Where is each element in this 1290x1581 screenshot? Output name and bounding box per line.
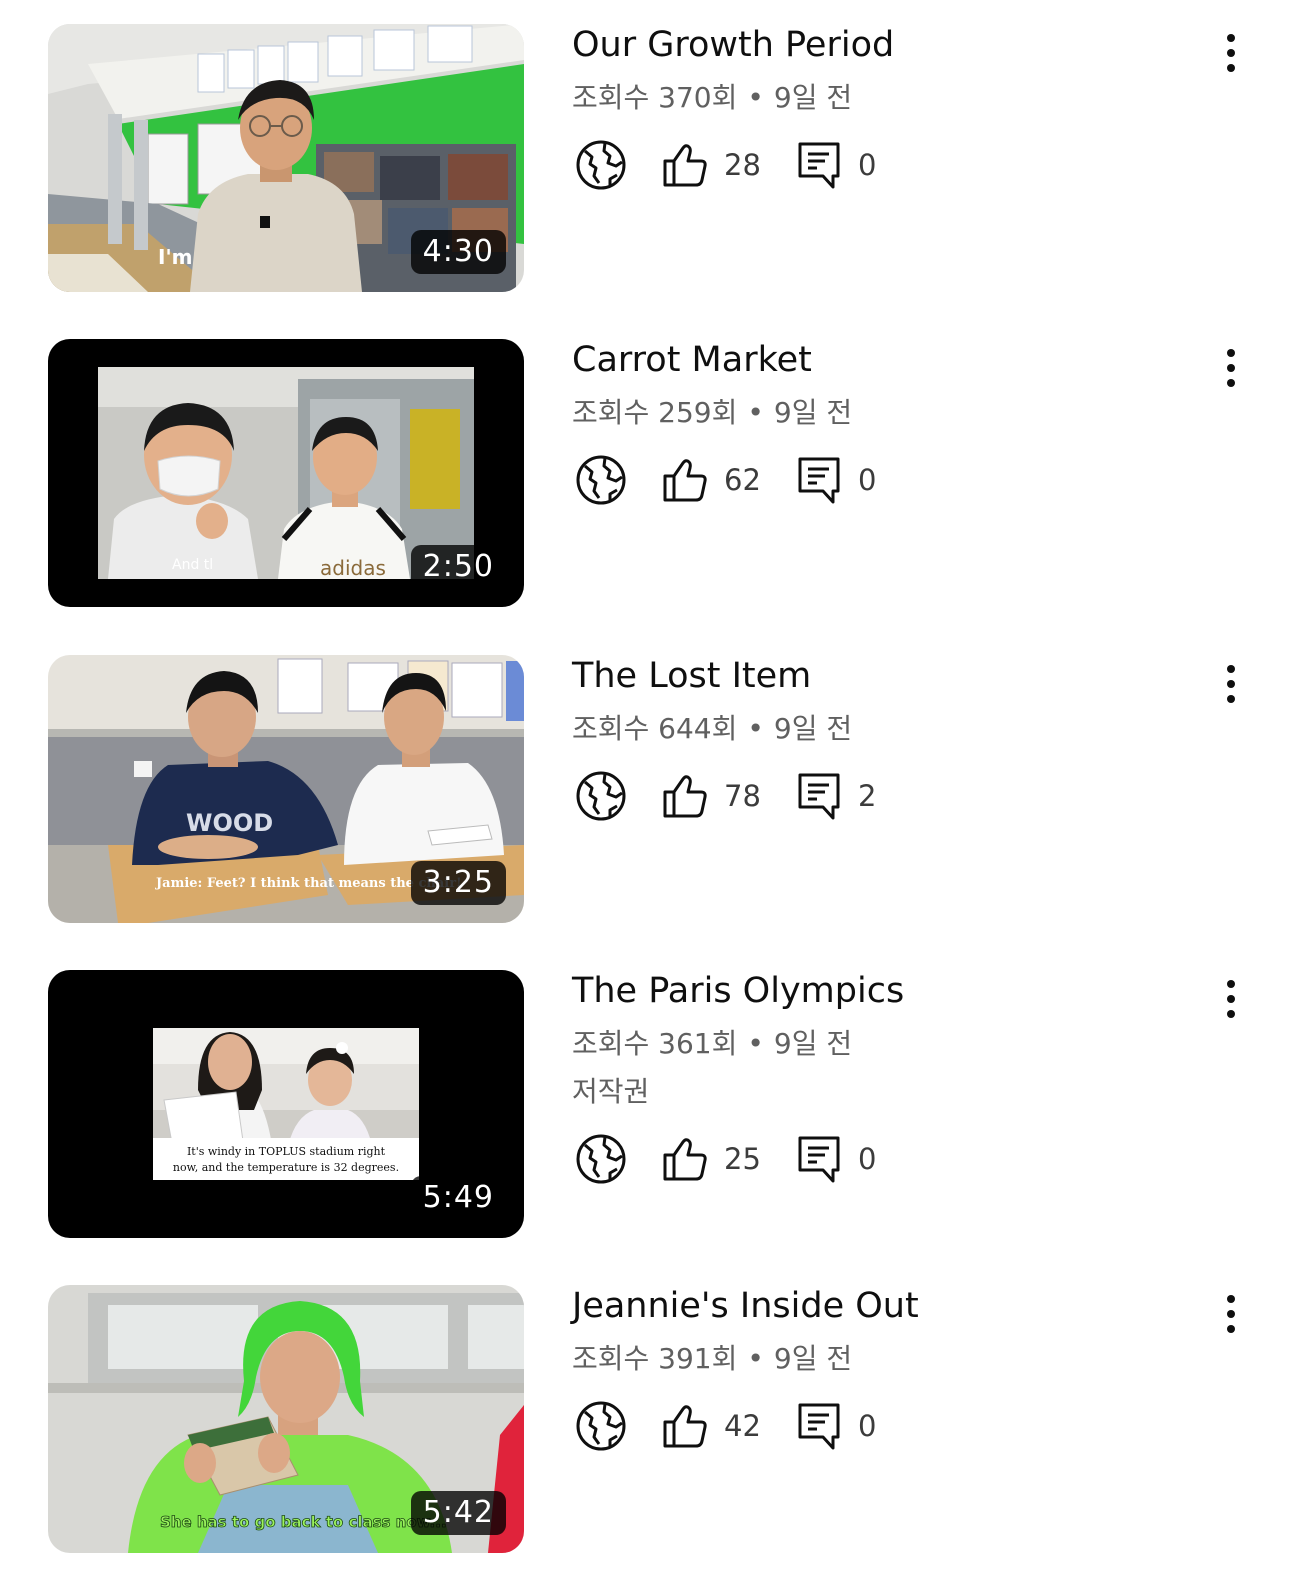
duration-badge: 5:42 xyxy=(410,1491,506,1535)
upload-age: 9일 전 xyxy=(773,81,853,114)
video-thumbnail[interactable]: adidas And tl 2:50 xyxy=(48,339,524,607)
video-stats: 42 0 xyxy=(572,1399,1172,1453)
duration-badge: 5:49 xyxy=(410,1176,506,1220)
video-title[interactable]: The Lost Item xyxy=(572,655,1172,697)
upload-age: 9일 전 xyxy=(773,1027,853,1060)
video-title[interactable]: Jeannie's Inside Out xyxy=(572,1285,1172,1327)
video-meta: 조회수 259회 • 9일 전 xyxy=(572,395,1172,431)
thumbnail-caption-line2: now, and the temperature is 32 degrees. xyxy=(173,1161,399,1174)
like-count: 62 xyxy=(724,463,761,497)
thumbnail-caption: And tl xyxy=(172,557,213,573)
meta-separator: • xyxy=(747,1027,764,1060)
video-stats: 25 0 xyxy=(572,1132,1172,1186)
video-title[interactable]: Carrot Market xyxy=(572,339,1172,381)
thumbs-up-icon xyxy=(658,1132,712,1186)
thumbs-up-icon xyxy=(658,138,712,192)
more-options-button[interactable] xyxy=(1206,343,1256,393)
globe-icon xyxy=(574,769,628,823)
globe-icon xyxy=(574,1399,628,1453)
comment-count: 0 xyxy=(858,148,877,182)
more-options-button[interactable] xyxy=(1206,28,1256,78)
meta-separator: • xyxy=(747,712,764,745)
video-meta: 조회수 361회 • 9일 전 xyxy=(572,1026,1172,1062)
comment-icon xyxy=(792,769,846,823)
video-meta: 조회수 644회 • 9일 전 xyxy=(572,711,1172,747)
thumbnail-caption: She has to go back to class now... xyxy=(160,1513,447,1531)
more-vertical-icon xyxy=(1227,349,1235,387)
video-thumbnail[interactable]: It's windy in TOPLUS stadium right now, … xyxy=(48,970,524,1238)
more-vertical-icon xyxy=(1227,665,1235,703)
view-count: 조회수 370회 xyxy=(572,81,738,114)
video-stats: 78 2 xyxy=(572,769,1172,823)
thumbs-up-icon xyxy=(658,769,712,823)
comment-icon xyxy=(792,1399,846,1453)
video-item: I'm 4:30 Our Growth Period 조회수 370회 • 9일 전… xyxy=(0,0,1290,292)
view-count: 조회수 259회 xyxy=(572,396,738,429)
upload-age: 9일 전 xyxy=(773,712,853,745)
video-stats: 28 0 xyxy=(572,138,1172,192)
comment-icon xyxy=(792,453,846,507)
duration-badge: 4:30 xyxy=(410,230,506,274)
meta-separator: • xyxy=(747,1342,764,1375)
copyright-label[interactable]: 저작권 xyxy=(572,1074,1172,1110)
video-item: adidas And tl 2:50 Carrot Market 조회수 259… xyxy=(0,315,1290,607)
comment-icon xyxy=(792,138,846,192)
thumbs-up-icon xyxy=(658,453,712,507)
view-count: 조회수 361회 xyxy=(572,1027,738,1060)
video-stats: 62 0 xyxy=(572,453,1172,507)
video-info: The Lost Item 조회수 644회 • 9일 전 78 2 xyxy=(572,655,1172,823)
globe-icon xyxy=(574,1132,628,1186)
duration-badge: 2:50 xyxy=(410,545,506,589)
more-options-button[interactable] xyxy=(1206,974,1256,1024)
svg-text:WOOD: WOOD xyxy=(186,809,273,837)
like-count: 25 xyxy=(724,1142,761,1176)
video-meta: 조회수 391회 • 9일 전 xyxy=(572,1341,1172,1377)
view-count: 조회수 644회 xyxy=(572,712,738,745)
like-count: 42 xyxy=(724,1409,761,1443)
video-title[interactable]: The Paris Olympics xyxy=(572,970,1172,1012)
video-info: The Paris Olympics 조회수 361회 • 9일 전 저작권 25 … xyxy=(572,970,1172,1186)
more-options-button[interactable] xyxy=(1206,1289,1256,1339)
video-meta: 조회수 370회 • 9일 전 xyxy=(572,80,1172,116)
comment-count: 0 xyxy=(858,1409,877,1443)
meta-separator: • xyxy=(747,396,764,429)
video-info: Carrot Market 조회수 259회 • 9일 전 62 0 xyxy=(572,339,1172,507)
video-item: She has to go back to class now... 5:42 … xyxy=(0,1261,1290,1553)
video-list: I'm 4:30 Our Growth Period 조회수 370회 • 9일 전… xyxy=(0,0,1290,1581)
like-count: 78 xyxy=(724,779,761,813)
duration-badge: 3:25 xyxy=(410,861,506,905)
video-item: WOOD Jamie: Feet? I think that means the… xyxy=(0,631,1290,923)
comment-count: 2 xyxy=(858,779,877,813)
video-thumbnail[interactable]: WOOD Jamie: Feet? I think that means the… xyxy=(48,655,524,923)
video-info: Our Growth Period 조회수 370회 • 9일 전 28 0 xyxy=(572,24,1172,192)
more-vertical-icon xyxy=(1227,980,1235,1018)
thumbnail-caption: I'm xyxy=(158,245,192,269)
more-vertical-icon xyxy=(1227,1295,1235,1333)
upload-age: 9일 전 xyxy=(773,1342,853,1375)
globe-icon xyxy=(574,138,628,192)
thumbnail-caption-line1: It's windy in TOPLUS stadium right xyxy=(187,1145,386,1158)
view-count: 조회수 391회 xyxy=(572,1342,738,1375)
like-count: 28 xyxy=(724,148,761,182)
globe-icon xyxy=(574,453,628,507)
shirt-text: adidas xyxy=(320,556,386,580)
video-thumbnail[interactable]: She has to go back to class now... 5:42 xyxy=(48,1285,524,1553)
video-item: It's windy in TOPLUS stadium right now, … xyxy=(0,946,1290,1238)
thumbs-up-icon xyxy=(658,1399,712,1453)
comment-count: 0 xyxy=(858,463,877,497)
comment-count: 0 xyxy=(858,1142,877,1176)
upload-age: 9일 전 xyxy=(773,396,853,429)
video-info: Jeannie's Inside Out 조회수 391회 • 9일 전 42 0 xyxy=(572,1285,1172,1453)
video-thumbnail[interactable]: I'm 4:30 xyxy=(48,24,524,292)
more-vertical-icon xyxy=(1227,34,1235,72)
video-title[interactable]: Our Growth Period xyxy=(572,24,1172,66)
comment-icon xyxy=(792,1132,846,1186)
meta-separator: • xyxy=(747,81,764,114)
more-options-button[interactable] xyxy=(1206,659,1256,709)
